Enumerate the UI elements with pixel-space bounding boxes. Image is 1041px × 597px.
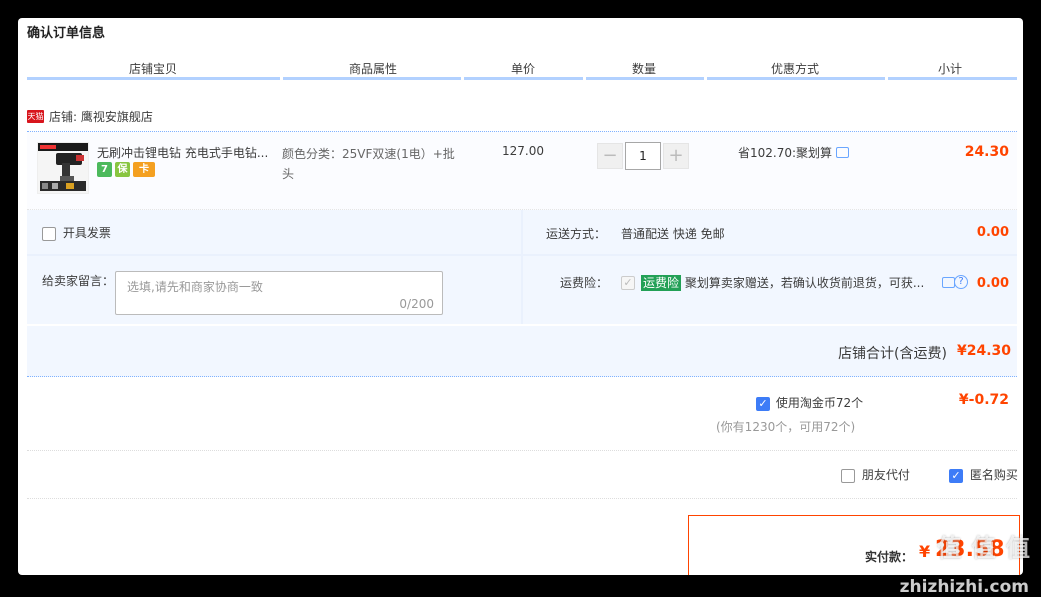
insurance-label: 运费险： [560,276,609,290]
credit-card-icon[interactable]: 卡 [133,162,155,177]
tmall-icon: 天猫 [27,110,44,123]
currency-symbol: ¥ [919,542,931,561]
service-badges: 7 保 卡 [97,162,155,177]
header-divider [283,77,461,80]
watermark-logo: 值 值 值 [937,534,1031,562]
guarantee-icon[interactable]: 保 [115,162,130,177]
invoice-label: 开具发票 [62,226,111,240]
purchase-options-row: 朋友代付 ✓ 匿名购买 [27,452,1018,499]
taojinbi-label: 使用淘金币72个 [775,396,864,410]
insurance-text: 聚划算卖家赠送，若确认收货前退货，可获... [684,276,925,290]
anonymous-checkbox[interactable]: ✓ [949,468,963,483]
anonymous-label: 匿名购买 [969,468,1018,482]
page-title: 确认订单信息 [27,26,106,41]
taojinbi-deduction: ¥-0.72 [958,392,1009,408]
friend-pay-label: 朋友代付 [861,468,910,482]
seller-message-input[interactable]: 选填,请先和商家协商一致 0/200 [115,271,443,315]
quantity-stepper: − 1 + [597,142,689,170]
taojinbi-checkbox[interactable]: ✓ [756,396,770,411]
watermark-domain: zhizhizhi.com [899,577,1029,597]
chat-icon[interactable] [836,147,850,158]
insurance-price: 0.00 [976,276,1009,291]
shop-total-value: ¥24.30 [956,343,1011,359]
quantity-input[interactable]: 1 [625,142,661,170]
header-divider [707,77,885,80]
order-confirm-panel: 确认订单信息 店铺宝贝 商品属性 单价 数量 优惠方式 小计 天猫 店铺: 鹰视… [18,18,1023,575]
col-header-quantity: 数量 [631,62,656,76]
shipping-price: 0.00 [976,225,1009,240]
insurance-desc: 运费险 聚划算卖家赠送，若确认收货前退货，可获... [641,274,924,291]
product-thumbnail[interactable] [37,142,89,194]
header-divider [586,77,704,80]
shop-line: 天猫 店铺: 鹰视安旗舰店 [27,108,153,125]
insurance-checkbox: ✓ [621,276,635,290]
col-header-shop-item: 店铺宝贝 [128,62,177,76]
taojinbi-note: (你有1230个，可用72个) [716,420,856,434]
insurance-tag: 运费险 [641,275,682,291]
friend-pay-checkbox[interactable] [841,468,855,483]
discount-text: 省102.70:聚划算 [738,146,833,160]
shipping-section: 运送方式： 普通配送 快递 免邮 0.00 [523,210,1017,254]
col-header-subtotal: 小计 [937,62,962,76]
insurance-section: 运费险： ✓ 运费险 聚划算卖家赠送，若确认收货前退货，可获... ? 0.00 [523,256,1017,324]
product-title[interactable]: 无刷冲击锂电钻 充电式手电钻... [97,144,268,161]
shipping-label: 运送方式： [546,227,607,241]
discount-info: 省102.70:聚划算 [738,144,850,161]
order-options: 开具发票 运送方式： 普通配送 快递 免邮 0.00 给卖家留言： 选填,请先和… [27,210,1017,324]
order-item-row: 无刷冲击锂电钻 充电式手电钻... 7 保 卡 颜色分类：25VF双速(1电）+… [27,131,1017,210]
help-icon[interactable]: ? [954,275,968,289]
message-section: 给卖家留言： 选填,请先和商家协商一致 0/200 [27,256,521,324]
actual-payment-label: 实付款： [865,550,914,564]
col-header-attribute: 商品属性 [348,62,397,76]
shop-name[interactable]: 店铺: 鹰视安旗舰店 [49,108,153,125]
col-header-unit-price: 单价 [510,62,535,76]
col-header-discount: 优惠方式 [770,62,819,76]
unit-price: 127.00 [502,144,544,158]
header-divider [464,77,583,80]
header-divider [27,77,280,80]
message-label: 给卖家留言： [42,274,115,288]
invoice-section: 开具发票 [27,210,521,254]
shop-total-row: 店铺合计(含运费) ¥24.30 [27,326,1017,377]
item-subtotal: 24.30 [964,144,1009,160]
quantity-decrease-button[interactable]: − [597,143,623,169]
quantity-increase-button[interactable]: + [663,143,689,169]
invoice-checkbox[interactable] [42,226,56,241]
message-char-counter: 0/200 [399,297,434,311]
seven-day-return-icon[interactable]: 7 [97,162,112,177]
shipping-method[interactable]: 普通配送 快递 免邮 [621,225,725,242]
product-attribute: 颜色分类：25VF双速(1电）+批头 [282,147,455,181]
shop-total-label: 店铺合计(含运费) [838,346,947,362]
taojinbi-row: ✓ 使用淘金币72个 (你有1230个，可用72个) ¥-0.72 [27,378,1017,451]
header-divider [888,77,1017,80]
message-placeholder: 选填,请先和商家协商一致 [127,280,263,294]
